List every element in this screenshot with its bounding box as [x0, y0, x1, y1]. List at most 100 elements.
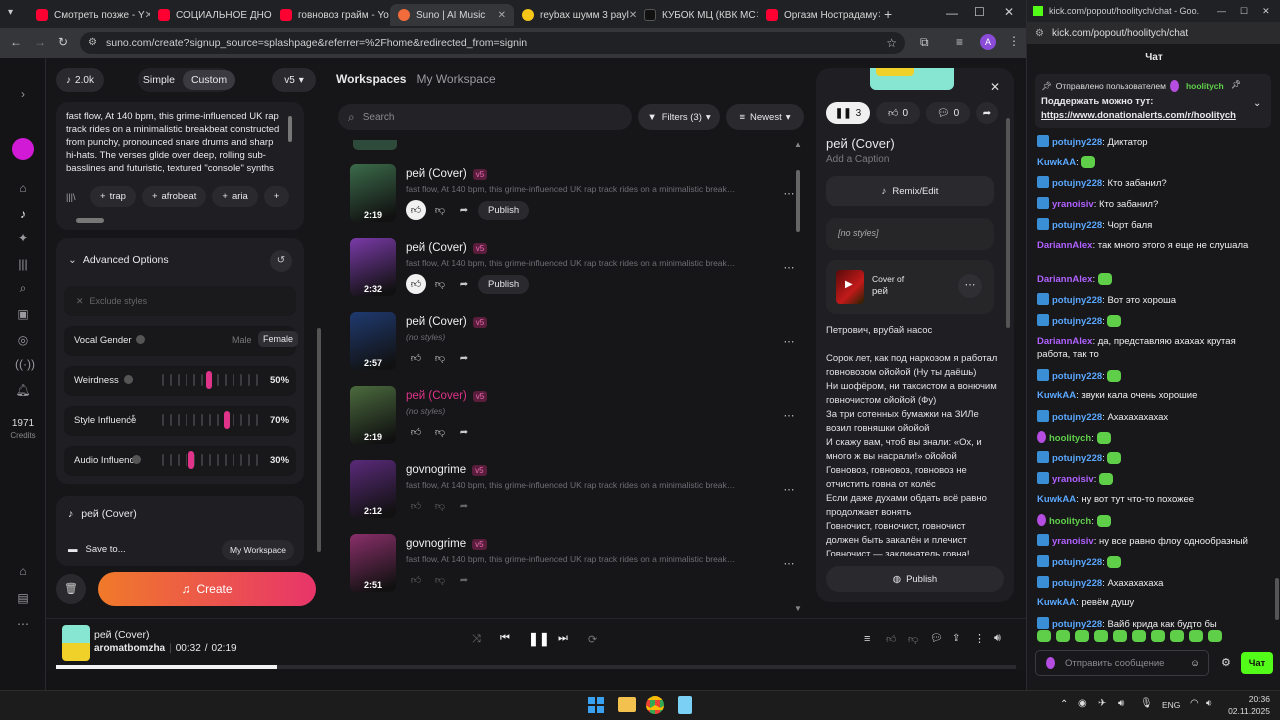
- emote-icon[interactable]: [1151, 630, 1165, 642]
- discover-icon[interactable]: ◎: [15, 332, 31, 348]
- comment-icon[interactable]: 💬︎: [930, 633, 943, 644]
- new-tab-button[interactable]: +: [884, 6, 892, 22]
- tab-search-button[interactable]: ▾: [8, 7, 22, 21]
- docs-icon[interactable]: ▤: [15, 590, 31, 606]
- scroll-down-icon[interactable]: ▼: [794, 604, 802, 613]
- model-select[interactable]: v5 ▾: [272, 68, 316, 92]
- chat-username[interactable]: potujny228: [1052, 178, 1102, 189]
- close-icon[interactable]: ✕: [498, 10, 506, 21]
- reload-icon[interactable]: ↻: [58, 35, 68, 49]
- minimize-button[interactable]: —: [946, 6, 958, 20]
- close-icon[interactable]: ✕: [629, 10, 636, 21]
- more-icon[interactable]: ⋯: [778, 182, 800, 204]
- chat-username[interactable]: DariannAlex: [1037, 274, 1092, 285]
- thumbs-down-icon[interactable]: 👎︎: [430, 274, 450, 294]
- chat-username[interactable]: potujny228: [1052, 316, 1102, 327]
- song-row[interactable]: 2:51 govnogrime v5 fast flow, At 140 bpm, t…: [350, 534, 800, 598]
- progress-track[interactable]: [56, 665, 1016, 669]
- repeat-icon[interactable]: ⟳: [588, 633, 597, 646]
- song-row[interactable]: 2:19 рей (Cover) v5 fast flow, At 140 bpm, …: [350, 164, 800, 228]
- song-title[interactable]: рей (Cover) v5: [406, 242, 488, 254]
- previous-icon[interactable]: ⏮︎: [500, 632, 510, 645]
- more-icon[interactable]: ⋯: [958, 274, 982, 298]
- search-input[interactable]: ⌕ Search: [338, 104, 632, 130]
- expand-sidebar-icon[interactable]: ›: [15, 86, 31, 102]
- song-thumbnail[interactable]: 2:51: [350, 534, 396, 592]
- chat-username[interactable]: DariannAlex: [1037, 240, 1092, 251]
- close-window-button[interactable]: ✕: [1262, 6, 1270, 17]
- pinned-link[interactable]: https://www.donationalerts.com/r/hoolity…: [1041, 110, 1236, 121]
- emote-icon[interactable]: [1170, 630, 1184, 642]
- create-button[interactable]: ♫ Create: [98, 572, 316, 606]
- chat-username[interactable]: KuwkAA: [1037, 494, 1076, 505]
- emote-icon[interactable]: [1037, 630, 1051, 642]
- like-button[interactable]: 👍︎ 0: [876, 102, 920, 124]
- thumbs-up-icon[interactable]: 👍︎: [406, 422, 426, 442]
- next-icon[interactable]: ⏭︎: [558, 632, 568, 645]
- thumbs-down-icon[interactable]: 👎︎: [430, 422, 450, 442]
- chat-username[interactable]: KuwkAA: [1037, 597, 1076, 608]
- female-option[interactable]: Female: [258, 331, 299, 347]
- song-thumbnail[interactable]: 2:19: [350, 386, 396, 444]
- trash-button[interactable]: 🗑︎: [56, 574, 86, 604]
- caption-input[interactable]: Add a Caption: [826, 154, 889, 165]
- mic-icon[interactable]: 🎙︎: [1140, 698, 1153, 709]
- share-icon[interactable]: ➦: [454, 348, 474, 368]
- notifications-icon[interactable]: 🔔︎: [15, 382, 31, 398]
- search-icon[interactable]: ⌕: [15, 280, 31, 296]
- minimize-button[interactable]: —: [1217, 6, 1226, 16]
- chat-scrollbar[interactable]: [1275, 578, 1279, 620]
- chat-username[interactable]: potujny228: [1052, 371, 1102, 382]
- filters-button[interactable]: ▼ Filters (3) ▾: [638, 104, 720, 130]
- send-chat-button[interactable]: Чат: [1241, 652, 1273, 674]
- song-row[interactable]: 2:12 govnogrime v5 fast flow, At 140 bpm, t…: [350, 460, 800, 524]
- cover-of-card[interactable]: ▶ Cover of рей ⋯: [826, 260, 994, 314]
- mode-custom-tab[interactable]: Custom: [182, 70, 236, 90]
- wifi-icon[interactable]: ◠: [1190, 698, 1199, 709]
- share-icon[interactable]: ➦: [454, 496, 474, 516]
- back-icon[interactable]: ←: [10, 35, 22, 49]
- chat-username[interactable]: potujny228: [1052, 220, 1102, 231]
- chat-username[interactable]: potujny228: [1052, 619, 1102, 630]
- clock-time[interactable]: 20:36: [1240, 694, 1270, 704]
- publish-button[interactable]: Publish: [478, 274, 530, 294]
- close-icon[interactable]: ✕: [986, 80, 1004, 98]
- breadcrumb-workspaces[interactable]: Workspaces: [336, 72, 406, 86]
- chat-username[interactable]: KuwkAA: [1037, 390, 1076, 401]
- song-title[interactable]: рей (Cover) v5: [406, 168, 488, 180]
- more-icon[interactable]: ⋯: [778, 404, 800, 426]
- song-count-pill[interactable]: ♪ 2.0k: [56, 68, 104, 92]
- address-field[interactable]: ⚙ suno.com/create?signup_source=splashpa…: [80, 32, 905, 54]
- male-option[interactable]: Male: [232, 335, 252, 345]
- song-row[interactable]: 2:19 рей (Cover) v5 (no styles) 👍︎ 👎︎ ➦ ⋯: [350, 386, 800, 450]
- chat-username[interactable]: potujny228: [1052, 412, 1102, 423]
- song-thumbnail[interactable]: 2:19: [350, 164, 396, 222]
- browser-tab-active[interactable]: Suno | AI Music ✕: [390, 4, 514, 26]
- style-prompt-box[interactable]: fast flow, At 140 bpm, this grime-influe…: [56, 102, 304, 230]
- audio-influence-slider[interactable]: [162, 451, 258, 469]
- more-icon[interactable]: ⋯: [778, 330, 800, 352]
- song-row[interactable]: 2:32 рей (Cover) v5 fast flow, At 140 bpm, …: [350, 238, 800, 302]
- maximize-button[interactable]: ☐: [1240, 6, 1248, 17]
- notepad-icon[interactable]: [678, 696, 692, 714]
- tag-chip[interactable]: + aria: [212, 186, 258, 207]
- thumbs-up-icon[interactable]: 👍︎: [406, 570, 426, 590]
- share-icon[interactable]: ➦: [454, 274, 474, 294]
- forward-icon[interactable]: →: [34, 35, 46, 49]
- site-info-icon[interactable]: ⚙: [88, 37, 97, 48]
- tray-chevron-icon[interactable]: ⌃: [1060, 699, 1068, 710]
- sort-button[interactable]: ≡ Newest ▾: [726, 104, 804, 130]
- comments-button[interactable]: 💬︎ 0: [926, 102, 970, 124]
- volume-icon[interactable]: 🔊︎: [994, 632, 1001, 645]
- share-icon[interactable]: ➦: [454, 200, 474, 220]
- slider-knob[interactable]: [223, 411, 230, 429]
- emote-icon[interactable]: [1208, 630, 1222, 642]
- chat-username[interactable]: DariannAlex: [1037, 336, 1092, 347]
- start-icon[interactable]: [588, 697, 604, 713]
- more-icon[interactable]: ⋯: [778, 478, 800, 500]
- volume-icon[interactable]: 🔉︎: [1206, 698, 1212, 709]
- unpin-icon[interactable]: 📌︎: [1231, 80, 1241, 89]
- song-title[interactable]: govnogrime v5: [406, 464, 487, 476]
- browser-tab[interactable]: говновоз грайм - Yo✕: [272, 4, 390, 26]
- thumbs-down-icon[interactable]: 👎︎: [430, 348, 450, 368]
